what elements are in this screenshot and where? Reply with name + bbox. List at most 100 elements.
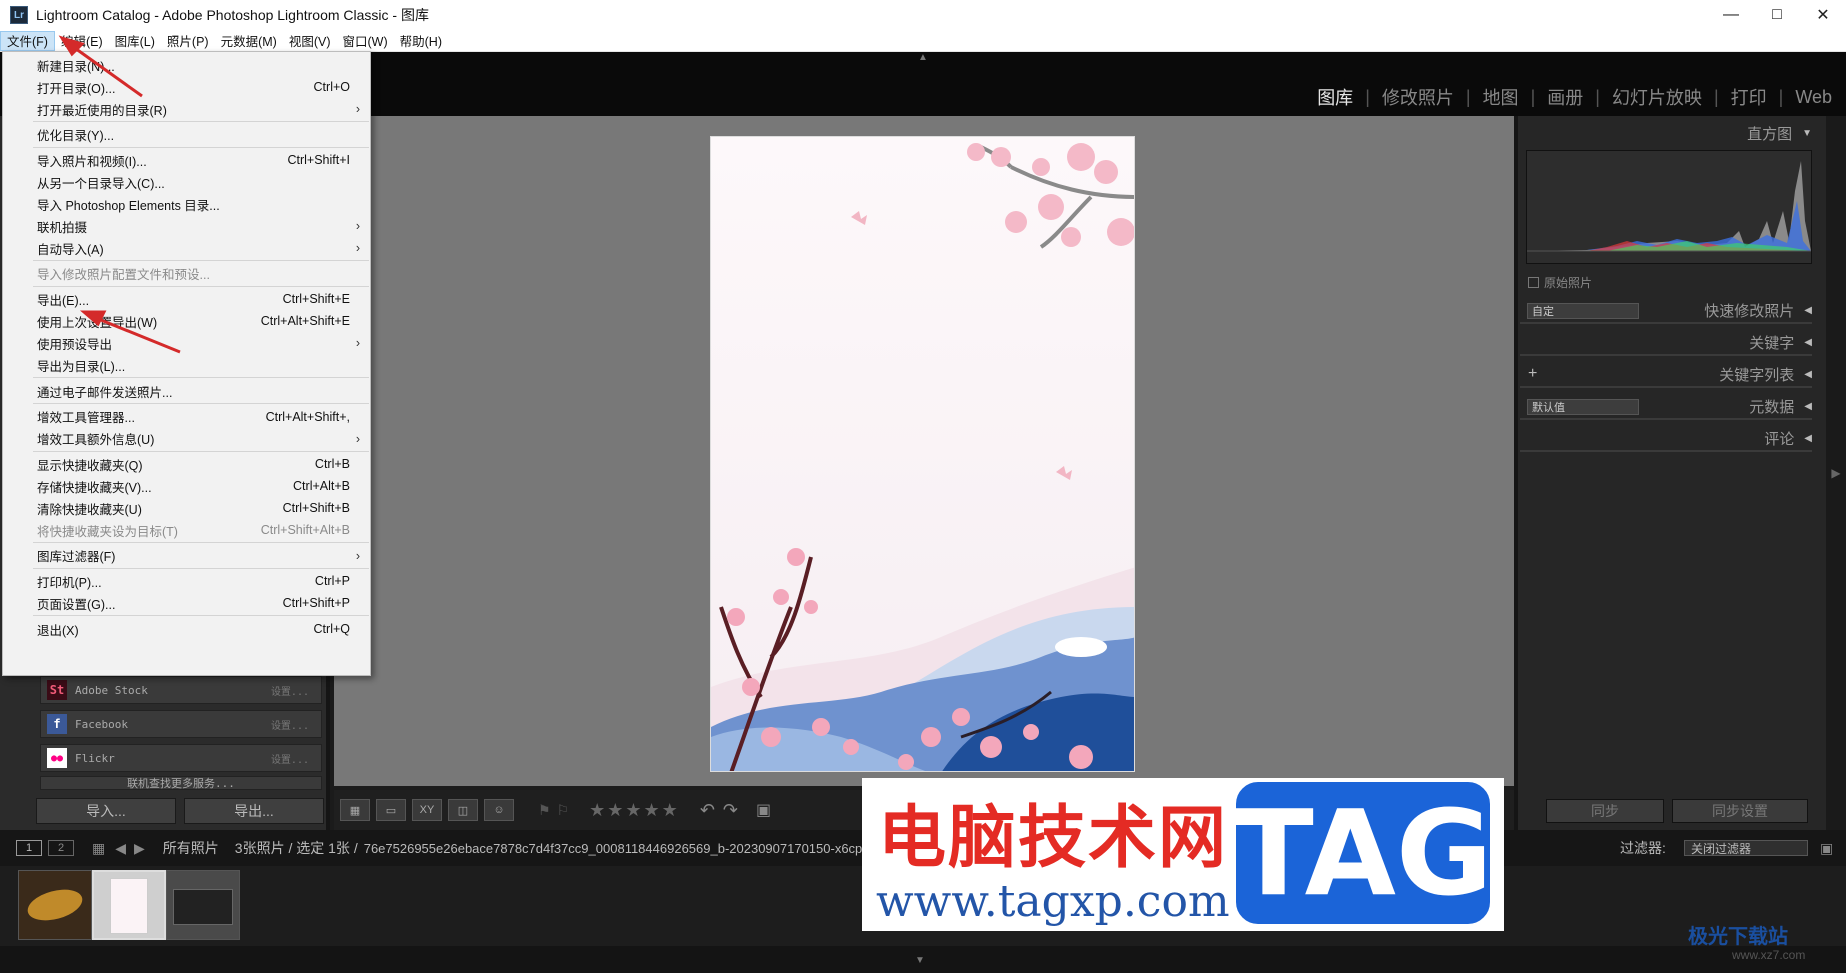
original-photo-toggle[interactable]: 原始照片: [1528, 274, 1592, 291]
rotate-right-icon[interactable]: ↷: [723, 800, 738, 821]
rotate-left-icon[interactable]: ↶: [700, 800, 715, 821]
file-menu-item[interactable]: 自动导入(A) ›: [3, 237, 370, 259]
menu-view[interactable]: 视图(V): [283, 31, 337, 51]
metadata-preset-select[interactable]: 默认值: [1527, 399, 1639, 415]
keywording-header[interactable]: 关键字 ◀: [1520, 330, 1812, 356]
publish-flickr[interactable]: ●● Flickr 设置...: [40, 744, 322, 772]
module-develop[interactable]: 修改照片: [1382, 84, 1454, 110]
file-menu-item[interactable]: 退出(X) Ctrl+Q: [3, 618, 370, 640]
menu-library[interactable]: 图库(L): [109, 31, 161, 51]
keywording-title: 关键字: [1749, 334, 1795, 352]
publish-settings-link[interactable]: 设置...: [271, 751, 309, 766]
file-menu-item[interactable]: 优化目录(Y)...: [3, 124, 370, 146]
survey-view-icon[interactable]: ◫: [448, 799, 478, 821]
file-menu-item[interactable]: 通过电子邮件发送照片...: [3, 380, 370, 402]
file-menu-item[interactable]: 打开目录(O)... Ctrl+O: [3, 76, 370, 98]
menu-file[interactable]: 文件(F): [0, 30, 55, 51]
back-arrow-icon[interactable]: ◀: [115, 840, 126, 857]
file-menu-item: 导入修改照片配置文件和预设...: [3, 263, 370, 285]
file-menu-item[interactable]: 打开最近使用的目录(R) ›: [3, 98, 370, 120]
file-menu-item[interactable]: 显示快捷收藏夹(Q) Ctrl+B: [3, 453, 370, 475]
file-menu-item-label: 页面设置(G)...: [37, 597, 116, 612]
crop-overlay-icon[interactable]: ▣: [756, 800, 771, 820]
file-menu-item[interactable]: 增效工具管理器... Ctrl+Alt+Shift+,: [3, 406, 370, 428]
comments-header[interactable]: 评论 ◀: [1520, 426, 1812, 452]
file-menu-item-label: 退出(X): [37, 623, 79, 638]
main-photo[interactable]: [710, 136, 1135, 772]
file-menu-item[interactable]: 联机拍摄 ›: [3, 215, 370, 237]
file-menu-item-label: 将快捷收藏夹设为目标(T): [37, 524, 178, 539]
collapse-triangle-icon: ◀: [1804, 400, 1812, 412]
forward-arrow-icon[interactable]: ▶: [134, 840, 145, 857]
collapse-top-icon[interactable]: ▲: [918, 52, 928, 63]
file-menu-item[interactable]: 导出(E)... Ctrl+Shift+E: [3, 288, 370, 310]
sync-settings-button[interactable]: 同步设置: [1672, 799, 1808, 823]
file-menu-item[interactable]: 导入 Photoshop Elements 目录...: [3, 193, 370, 215]
file-menu-item[interactable]: 导入照片和视频(I)... Ctrl+Shift+I: [3, 149, 370, 171]
grid-icon[interactable]: ▦: [92, 840, 105, 857]
file-menu-item[interactable]: 存储快捷收藏夹(V)... Ctrl+Alt+B: [3, 475, 370, 497]
keyword-list-header[interactable]: + 关键字列表 ◀: [1520, 362, 1812, 388]
loupe-view-icon[interactable]: ▭: [376, 799, 406, 821]
right-panel-toggle-icon[interactable]: ▶: [1826, 116, 1846, 830]
filter-select[interactable]: 关闭过滤器: [1684, 840, 1808, 856]
file-menu-item[interactable]: 使用预设导出 ›: [3, 332, 370, 354]
rating-stars[interactable]: ★★★★★: [589, 800, 680, 821]
add-keyword-icon[interactable]: +: [1528, 365, 1537, 383]
close-icon[interactable]: ✕: [1800, 0, 1846, 30]
histogram-header[interactable]: 直方图 ▼: [1520, 120, 1812, 146]
publish-settings-link[interactable]: 设置...: [271, 683, 309, 698]
file-menu-item[interactable]: 图库过滤器(F) ›: [3, 545, 370, 567]
menu-edit[interactable]: 编辑(E): [55, 31, 109, 51]
menu-photo[interactable]: 照片(P): [161, 31, 215, 51]
export-button[interactable]: 导出...: [184, 798, 324, 824]
file-menu-item[interactable]: 使用上次设置导出(W) Ctrl+Alt+Shift+E: [3, 310, 370, 332]
filmstrip-thumb-3[interactable]: [166, 870, 240, 940]
publish-settings-link[interactable]: 设置...: [271, 717, 309, 732]
file-menu-item[interactable]: 从另一个目录导入(C)...: [3, 171, 370, 193]
compare-view-icon[interactable]: XY: [412, 799, 442, 821]
module-library[interactable]: 图库: [1317, 84, 1353, 110]
publish-adobe-stock[interactable]: St Adobe Stock 设置...: [40, 676, 322, 704]
file-menu-item[interactable]: 页面设置(G)... Ctrl+Shift+P: [3, 592, 370, 614]
quick-develop-preset-select[interactable]: 自定: [1527, 303, 1639, 319]
module-book[interactable]: 画册: [1547, 84, 1583, 110]
reject-flag-icon[interactable]: ⚐: [557, 802, 570, 819]
lightroom-window: Lr Lightroom Catalog - Adobe Photoshop L…: [0, 0, 1846, 973]
filmstrip-source[interactable]: 所有照片: [163, 838, 219, 858]
menu-separator: [33, 121, 369, 122]
menu-help[interactable]: 帮助(H): [394, 31, 448, 51]
module-map[interactable]: 地图: [1483, 84, 1519, 110]
file-menu-item[interactable]: 增效工具额外信息(U) ›: [3, 428, 370, 450]
file-menu-shortcut: Ctrl+O: [313, 80, 350, 94]
sync-button[interactable]: 同步: [1546, 799, 1664, 823]
keyword-list-title: 关键字列表: [1719, 366, 1795, 384]
collapse-bottom-icon[interactable]: ▼: [915, 955, 925, 966]
window-title: Lightroom Catalog - Adobe Photoshop Ligh…: [36, 7, 429, 23]
file-menu-item[interactable]: 导出为目录(L)...: [3, 354, 370, 376]
filmstrip-thumb-1[interactable]: [18, 870, 92, 940]
file-menu-item[interactable]: 清除快捷收藏夹(U) Ctrl+Shift+B: [3, 497, 370, 519]
secondary-window-button[interactable]: 2: [48, 840, 74, 856]
publish-facebook[interactable]: f Facebook 设置...: [40, 710, 322, 738]
people-view-icon[interactable]: ☺: [484, 799, 514, 821]
menu-metadata[interactable]: 元数据(M): [215, 31, 283, 51]
collapse-triangle-icon: ◀: [1804, 304, 1812, 316]
module-web[interactable]: Web: [1795, 87, 1832, 108]
module-print[interactable]: 打印: [1731, 84, 1767, 110]
import-button[interactable]: 导入...: [36, 798, 176, 824]
checkbox-icon[interactable]: [1528, 277, 1539, 288]
minimize-icon[interactable]: —: [1708, 0, 1754, 30]
main-window-button[interactable]: 1: [16, 840, 42, 856]
maximize-icon[interactable]: □: [1754, 0, 1800, 30]
histogram-title: 直方图: [1747, 125, 1793, 143]
grid-view-icon[interactable]: ▦: [340, 799, 370, 821]
file-menu-item[interactable]: 打印机(P)... Ctrl+P: [3, 570, 370, 592]
menu-window[interactable]: 窗口(W): [337, 31, 394, 51]
filmstrip-thumb-2-selected[interactable]: [92, 870, 166, 940]
file-menu-item[interactable]: 新建目录(N)...: [3, 54, 370, 76]
module-slideshow[interactable]: 幻灯片放映: [1612, 84, 1702, 110]
find-more-services[interactable]: 联机查找更多服务...: [40, 776, 322, 790]
flag-icon[interactable]: ⚑: [538, 802, 551, 819]
filter-lock-icon[interactable]: ▣: [1820, 840, 1833, 857]
